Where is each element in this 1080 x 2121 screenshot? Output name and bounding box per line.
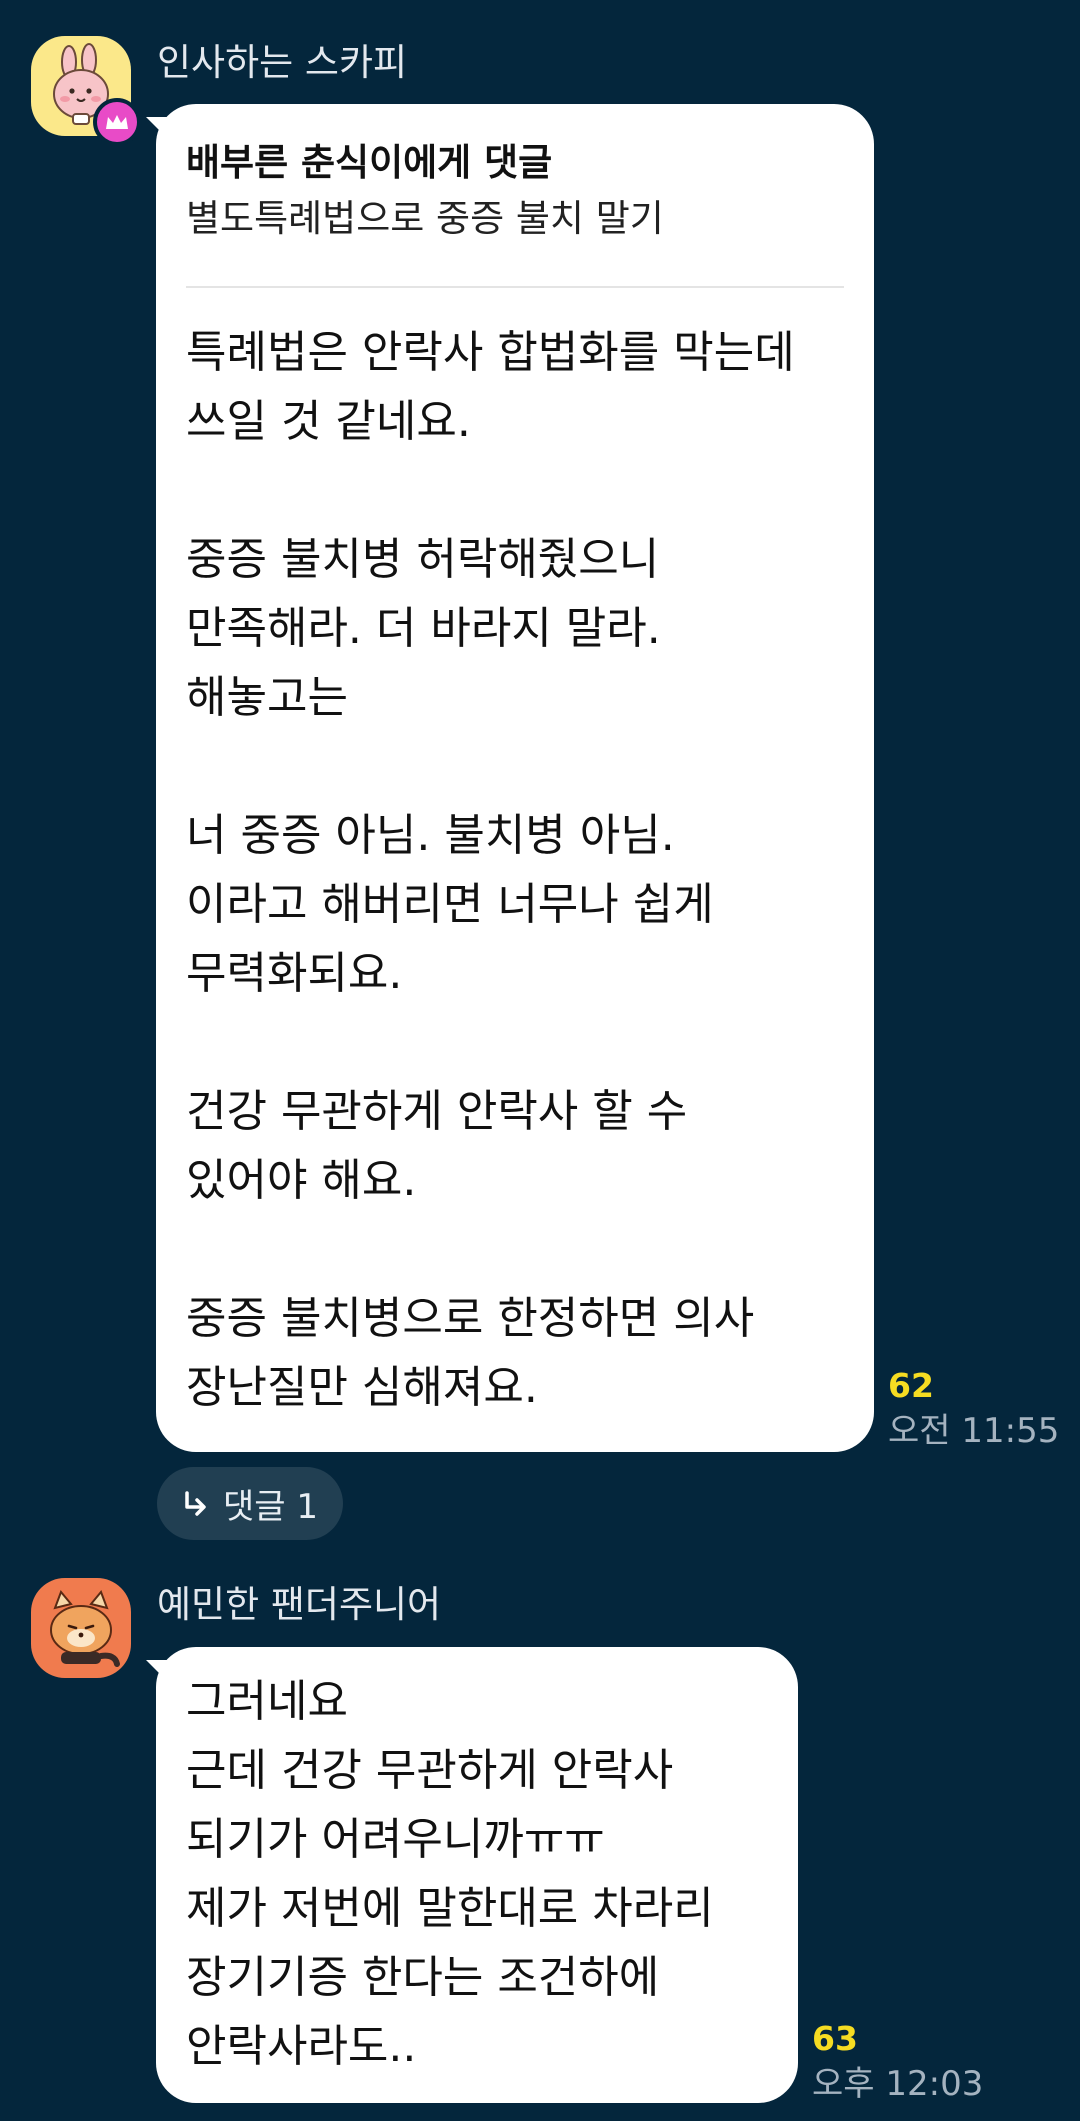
thread-replies-button[interactable]: 댓글 1 xyxy=(157,1467,343,1540)
message-meta: 63 오후 12:03 xyxy=(812,2022,983,2101)
sender-avatar[interactable] xyxy=(31,36,141,146)
message-text: 특례법은 안락사 합법화를 막는데 쓰일 것 같네요. 중증 불치병 허락해줬으… xyxy=(186,327,795,1413)
reply-divider xyxy=(186,286,844,288)
message-time: 오전 11:55 xyxy=(888,1411,1060,1451)
message-text: 그러네요 근데 건강 무관하게 안락사 되기가 어려우니까ㅠㅠ 제가 저번에 말… xyxy=(186,1676,714,2072)
message-time: 오후 12:03 xyxy=(812,2064,984,2104)
sender-avatar[interactable] xyxy=(31,1578,131,1678)
message-meta: 62 오전 11:55 xyxy=(888,1369,1059,1448)
crown-badge xyxy=(93,98,141,146)
sender-name: 예민한 팬더주니어 xyxy=(157,1583,442,1626)
unread-count: 62 xyxy=(888,1366,934,1405)
sender-name: 인사하는 스카피 xyxy=(157,41,408,84)
unread-count: 63 xyxy=(812,2019,858,2058)
thread-replies-label: 댓글 1 xyxy=(223,1487,318,1527)
crown-icon xyxy=(106,115,128,129)
reply-reference[interactable]: 배부른 춘식이에게 댓글 별도특례법으로 중증 불치 말기 xyxy=(186,141,664,242)
red-panda-character-icon xyxy=(31,1578,131,1678)
reply-title: 배부른 춘식이에게 댓글 xyxy=(186,141,553,184)
reply-quote: 별도특례법으로 중증 불치 말기 xyxy=(186,197,664,241)
reply-arrow-icon xyxy=(185,1490,206,1516)
